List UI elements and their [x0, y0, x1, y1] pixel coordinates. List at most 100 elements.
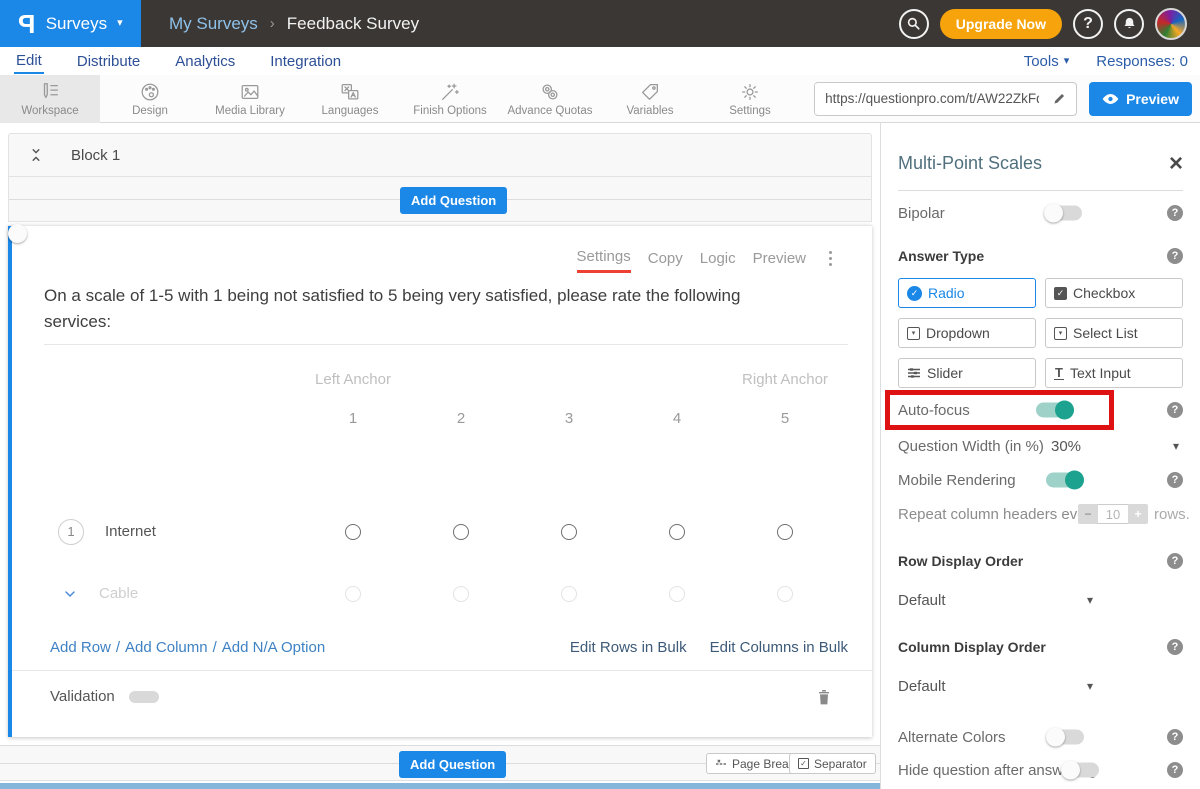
- question-tab-logic[interactable]: Logic: [700, 250, 736, 272]
- toolbar-settings[interactable]: Settings: [700, 75, 800, 123]
- hide-after-answering-toggle[interactable]: [1061, 763, 1099, 778]
- tab-integration[interactable]: Integration: [268, 50, 343, 73]
- survey-url-input[interactable]: [815, 84, 1043, 114]
- edit-rows-in-bulk-link[interactable]: Edit Rows in Bulk: [570, 639, 687, 656]
- preview-button[interactable]: Preview: [1089, 82, 1192, 116]
- add-question-button[interactable]: Add Question: [400, 187, 507, 214]
- help-icon[interactable]: [1167, 762, 1183, 778]
- search-button[interactable]: [899, 9, 929, 39]
- answer-type-text-input[interactable]: T Text Input: [1045, 358, 1183, 388]
- answer-type-dropdown[interactable]: ▾ Dropdown: [898, 318, 1036, 348]
- radio-button[interactable]: [345, 524, 361, 540]
- upgrade-now-button[interactable]: Upgrade Now: [940, 9, 1062, 39]
- alternate-colors-toggle[interactable]: [1046, 730, 1084, 745]
- row-display-order-label: Row Display Order: [898, 553, 1023, 569]
- question-more-menu[interactable]: [829, 251, 832, 271]
- column-display-order-select[interactable]: Default ▾: [898, 677, 1093, 695]
- highlight-annotation: Auto-focus: [885, 390, 1114, 430]
- separator-button[interactable]: ✓ Separator: [789, 753, 876, 774]
- tab-analytics[interactable]: Analytics: [173, 50, 237, 73]
- answer-type-slider[interactable]: Slider: [898, 358, 1036, 388]
- help-icon[interactable]: [1167, 729, 1183, 745]
- row-display-order-value: Default: [898, 592, 946, 609]
- collapse-block-button[interactable]: [28, 146, 44, 164]
- nav-right: Tools▾ Responses: 0: [1024, 53, 1188, 70]
- column-header[interactable]: 1: [299, 410, 407, 427]
- question-width-row: Question Width (in %) 30% ▾: [898, 437, 1183, 455]
- help-icon[interactable]: [1167, 639, 1183, 655]
- row-reorder-button[interactable]: [62, 586, 78, 602]
- edit-url-button[interactable]: [1043, 91, 1076, 106]
- radio-button[interactable]: [777, 524, 793, 540]
- help-button[interactable]: ?: [1073, 9, 1103, 39]
- question-tabs: Settings Copy Logic Preview: [8, 226, 872, 273]
- radio-button[interactable]: [669, 586, 685, 602]
- help-icon[interactable]: [1167, 205, 1183, 221]
- column-header[interactable]: 4: [623, 410, 731, 427]
- bipolar-toggle[interactable]: [1044, 206, 1082, 221]
- notifications-button[interactable]: [1114, 9, 1144, 39]
- chevron-down-icon[interactable]: ▾: [1173, 439, 1179, 453]
- column-header[interactable]: 3: [515, 410, 623, 427]
- auto-focus-toggle[interactable]: [1036, 403, 1074, 418]
- row-label[interactable]: Internet: [105, 523, 156, 540]
- mobile-rendering-toggle[interactable]: [1046, 473, 1084, 488]
- answer-type-select-list[interactable]: ▾ Select List: [1045, 318, 1183, 348]
- add-column-link[interactable]: Add Column: [125, 639, 208, 656]
- tools-label: Tools: [1024, 53, 1059, 70]
- radio-button[interactable]: [345, 586, 361, 602]
- decrement-button[interactable]: −: [1078, 504, 1098, 524]
- text-input-icon: T: [1054, 366, 1064, 381]
- breadcrumb-separator-icon: ›: [270, 15, 275, 32]
- help-icon[interactable]: [1167, 248, 1183, 264]
- pencil-icon: [1052, 91, 1067, 106]
- question-text[interactable]: On a scale of 1-5 with 1 being not satis…: [44, 283, 802, 336]
- breadcrumb-my-surveys[interactable]: My Surveys: [169, 14, 258, 34]
- add-row-link[interactable]: Add Row: [50, 639, 111, 656]
- left-anchor-label[interactable]: Left Anchor: [299, 371, 407, 388]
- radio-button[interactable]: [453, 586, 469, 602]
- tab-distribute[interactable]: Distribute: [75, 50, 142, 73]
- question-tab-copy[interactable]: Copy: [648, 250, 683, 272]
- toolbar-languages[interactable]: Languages: [300, 75, 400, 123]
- tab-edit[interactable]: Edit: [14, 49, 44, 74]
- alternate-colors-label: Alternate Colors: [898, 729, 1006, 746]
- validation-toggle[interactable]: [129, 691, 159, 703]
- help-icon[interactable]: [1167, 402, 1183, 418]
- row-display-order-select[interactable]: Default ▾: [898, 591, 1093, 609]
- question-tab-settings[interactable]: Settings: [577, 248, 631, 273]
- answer-type-radio[interactable]: ✓ Radio: [898, 278, 1036, 308]
- add-na-option-link[interactable]: Add N/A Option: [222, 639, 325, 656]
- toolbar-design[interactable]: Design: [100, 75, 200, 123]
- toolbar-advance-quotas[interactable]: Advance Quotas: [500, 75, 600, 123]
- tools-menu[interactable]: Tools▾: [1024, 53, 1070, 70]
- column-header[interactable]: 2: [407, 410, 515, 427]
- increment-button[interactable]: +: [1128, 504, 1148, 524]
- radio-button[interactable]: [561, 586, 577, 602]
- question-width-value[interactable]: 30%: [1051, 438, 1081, 455]
- toolbar-workspace[interactable]: Workspace: [0, 75, 100, 123]
- help-icon[interactable]: [1167, 472, 1183, 488]
- help-icon[interactable]: [1167, 553, 1183, 569]
- radio-button[interactable]: [777, 586, 793, 602]
- toolbar-finish-options[interactable]: Finish Options: [400, 75, 500, 123]
- delete-question-button[interactable]: [816, 688, 832, 706]
- radio-button[interactable]: [561, 524, 577, 540]
- user-avatar[interactable]: [1155, 8, 1187, 40]
- column-header[interactable]: 5: [731, 410, 839, 427]
- answer-type-grid: ✓ Radio ✓ Checkbox ▾ Dropdown ▾ Select L…: [898, 278, 1183, 388]
- close-sidebar-button[interactable]: ×: [1169, 155, 1183, 173]
- edit-columns-in-bulk-link[interactable]: Edit Columns in Bulk: [710, 639, 848, 656]
- answer-type-checkbox[interactable]: ✓ Checkbox: [1045, 278, 1183, 308]
- add-question-button-bottom[interactable]: Add Question: [399, 751, 506, 778]
- row-label[interactable]: Cable: [99, 585, 138, 602]
- radio-button[interactable]: [453, 524, 469, 540]
- radio-button[interactable]: [669, 524, 685, 540]
- toolbar-media-library[interactable]: Media Library: [200, 75, 300, 123]
- repeat-headers-value[interactable]: 10: [1098, 504, 1128, 524]
- right-anchor-label[interactable]: Right Anchor: [731, 371, 839, 388]
- question-tab-preview[interactable]: Preview: [753, 250, 806, 272]
- block-title: Block 1: [71, 147, 120, 164]
- toolbar-variables[interactable]: Variables: [600, 75, 700, 123]
- surveys-product-menu[interactable]: P Surveys ▾: [0, 0, 141, 47]
